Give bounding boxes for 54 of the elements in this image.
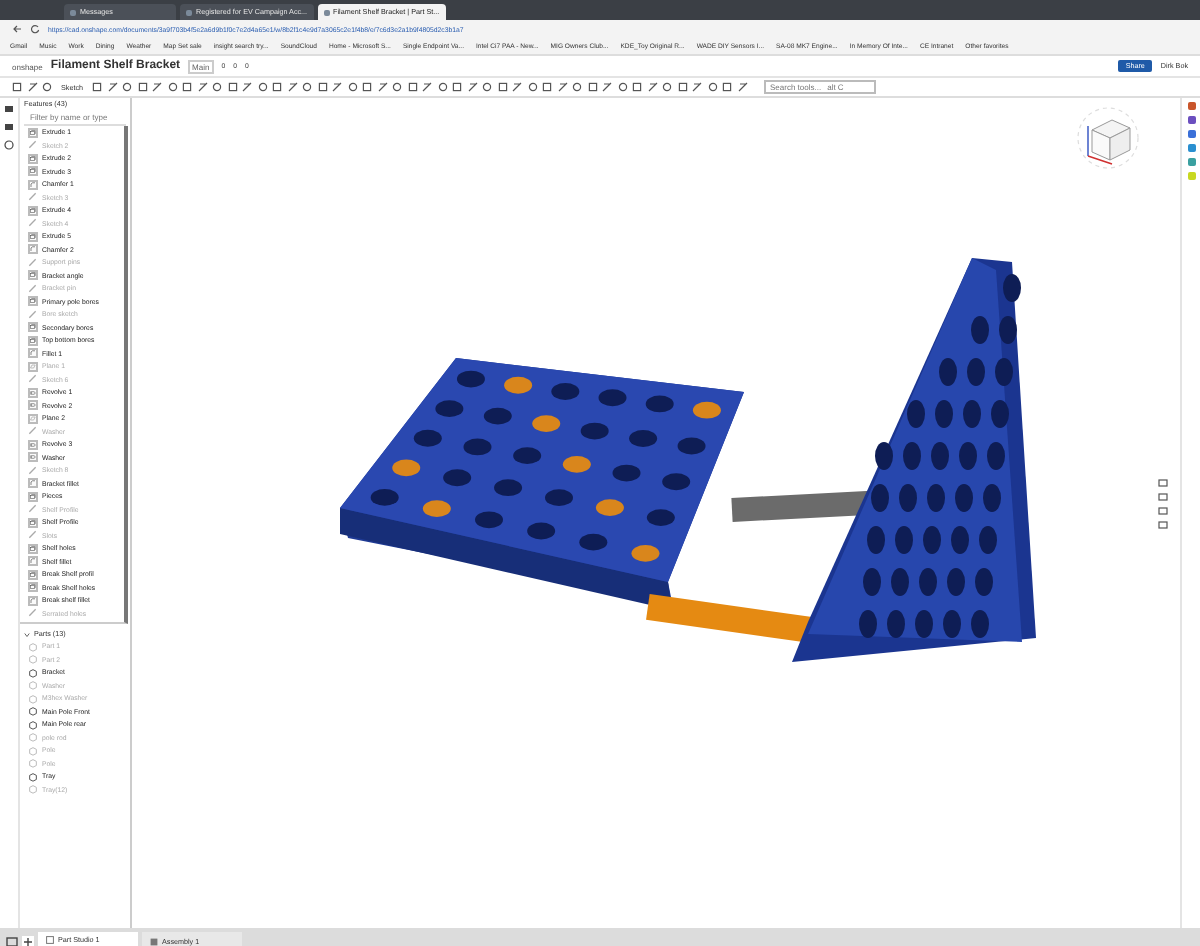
sketch-icon: [28, 374, 38, 385]
sketch-icon: [28, 608, 38, 619]
reload-icon[interactable]: [30, 24, 40, 34]
plane-icon: [28, 413, 38, 424]
chamfer-icon: [28, 179, 38, 190]
extrude-icon: [28, 270, 38, 281]
part-studio-icon: [46, 936, 54, 944]
sketch-icon: [28, 218, 38, 229]
caret-icon[interactable]: [24, 631, 30, 637]
extrude-icon: [28, 205, 38, 216]
toolbar-tool-icon[interactable]: [377, 82, 387, 92]
toolbar-tool-icon[interactable]: [92, 82, 102, 92]
toolbar-tool-icon[interactable]: [242, 82, 252, 92]
chamfer-icon: [28, 556, 38, 567]
sketch-icon: [28, 309, 38, 320]
chamfer-icon: [28, 348, 38, 359]
sketch-icon: [28, 140, 38, 151]
extrude-icon: [28, 296, 38, 307]
extrude-icon: [28, 231, 38, 242]
chamfer-icon: [28, 478, 38, 489]
toolbar-tool-icon[interactable]: [692, 82, 702, 92]
toolbar-tool-icon[interactable]: [422, 82, 432, 92]
toolbar-tool-icon[interactable]: [737, 82, 747, 92]
back-icon[interactable]: [12, 24, 22, 34]
toolbar-tool-icon[interactable]: [602, 82, 612, 92]
toolbar-tool-icon[interactable]: [287, 82, 297, 92]
sketch-icon: [28, 192, 38, 203]
chamfer-icon: [28, 595, 38, 606]
toolbar-tool-icon[interactable]: [12, 82, 22, 92]
toolbar-tool-icon[interactable]: [467, 82, 477, 92]
chamfer-icon: [28, 244, 38, 255]
sketch-icon: [28, 426, 38, 437]
toolbar-tool-icon[interactable]: [557, 82, 567, 92]
sketch-icon: [28, 257, 38, 268]
toolbar-tool-icon[interactable]: [332, 82, 342, 92]
toolbar-tool-icon[interactable]: [152, 82, 162, 92]
extrude-icon: [28, 491, 38, 502]
assembly-icon: [150, 937, 158, 945]
add-icon[interactable]: [22, 935, 34, 946]
toolbar-tool-icon[interactable]: [27, 82, 37, 92]
toolbar-tool-icon[interactable]: [42, 82, 52, 92]
sketch-icon: [28, 283, 38, 294]
sketch-icon: [28, 504, 38, 515]
sketch-icon: [28, 465, 38, 476]
toolbar-tool-icon[interactable]: [197, 82, 207, 92]
toolbar-tool-icon[interactable]: [107, 82, 117, 92]
sketch-icon: [28, 530, 38, 541]
toolbar-tool-icon[interactable]: [647, 82, 657, 92]
plane-icon: [28, 361, 38, 372]
tab-manager-icon[interactable]: [6, 935, 18, 946]
extrude-icon: [28, 517, 38, 528]
extrude-icon: [28, 127, 38, 138]
extrude-icon: [28, 543, 38, 554]
toolbar-tool-icon[interactable]: [512, 82, 522, 92]
